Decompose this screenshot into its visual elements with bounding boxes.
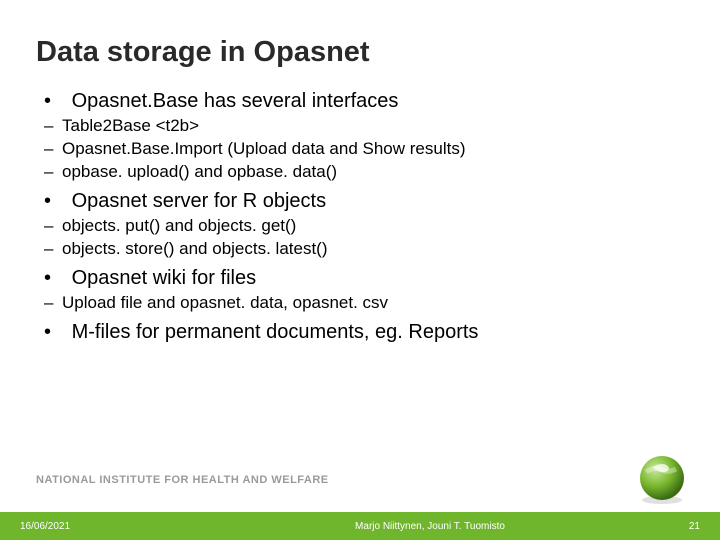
sub-bullet: Opasnet.Base.Import (Upload data and Sho… xyxy=(44,138,680,161)
footer-authors: Marjo Niittynen, Jouni T. Tuomisto xyxy=(220,521,640,532)
bullet-item: Opasnet wiki for files Upload file and o… xyxy=(44,265,680,315)
footer-date: 16/06/2021 xyxy=(0,521,220,532)
sub-bullet: objects. put() and objects. get() xyxy=(44,215,680,238)
bullet-item: Opasnet.Base has several interfaces Tabl… xyxy=(44,88,680,184)
sub-bullet: Table2Base <t2b> xyxy=(44,115,680,138)
footer-bar: 16/06/2021 Marjo Niittynen, Jouni T. Tuo… xyxy=(0,512,720,540)
bullet-text: Opasnet wiki for files xyxy=(72,265,257,292)
bullet-item: Opasnet server for R objects objects. pu… xyxy=(44,188,680,261)
organisation-label: NATIONAL INSTITUTE FOR HEALTH AND WELFAR… xyxy=(36,474,329,486)
slide-content: Opasnet.Base has several interfaces Tabl… xyxy=(44,88,680,350)
bullet-item: M-files for permanent documents, eg. Rep… xyxy=(44,319,680,346)
slide: Data storage in Opasnet Opasnet.Base has… xyxy=(0,0,720,540)
sub-bullet: Upload file and opasnet. data, opasnet. … xyxy=(44,292,680,315)
bullet-text: Opasnet server for R objects xyxy=(72,188,327,215)
footer-page-number: 21 xyxy=(640,521,720,532)
sub-bullet: opbase. upload() and opbase. data() xyxy=(44,161,680,184)
globe-icon xyxy=(634,450,690,506)
bullet-text: M-files for permanent documents, eg. Rep… xyxy=(72,319,479,346)
bullet-text: Opasnet.Base has several interfaces xyxy=(72,88,399,115)
sub-bullet: objects. store() and objects. latest() xyxy=(44,238,680,261)
slide-title: Data storage in Opasnet xyxy=(36,36,370,69)
